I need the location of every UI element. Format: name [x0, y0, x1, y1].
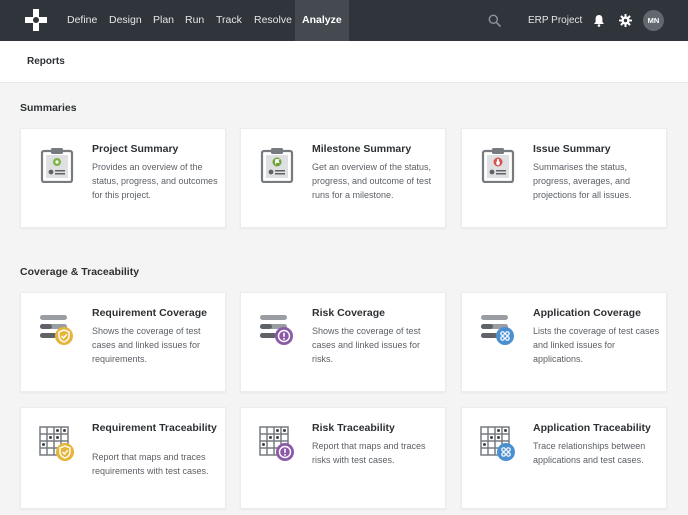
report-card-requirement-traceability[interactable]: Requirement Traceability Report that map… — [20, 407, 226, 509]
project-selector[interactable]: ERP Project — [528, 0, 582, 41]
application-traceability-icon — [480, 426, 515, 461]
clipboard-milestone-icon — [260, 148, 294, 183]
clipboard-project-icon — [40, 148, 74, 183]
card-description: Report that maps and traces requirements… — [92, 452, 209, 476]
requirement-coverage-icon — [40, 315, 73, 345]
card-title: Risk Traceability — [312, 422, 395, 434]
nav-design[interactable]: Design — [109, 0, 142, 41]
card-title: Requirement Coverage — [92, 307, 207, 319]
card-description: Lists the coverage of test cases and lin… — [533, 326, 660, 364]
card-title: Application Traceability — [533, 422, 651, 434]
nav-track[interactable]: Track — [216, 0, 242, 41]
section-title-coverage-traceability: Coverage & Traceability — [20, 266, 140, 278]
report-card-risk-coverage[interactable]: Risk Coverage Shows the coverage of test… — [240, 292, 446, 392]
nav-analyze[interactable]: Analyze — [295, 0, 349, 41]
card-description: Summarises the status, progress, average… — [533, 162, 632, 200]
requirement-traceability-icon — [39, 426, 74, 461]
user-avatar[interactable]: MN — [643, 10, 664, 31]
card-description: Trace relationships between applications… — [533, 441, 646, 465]
report-card-requirement-coverage[interactable]: Requirement Coverage Shows the coverage … — [20, 292, 226, 392]
gear-icon[interactable] — [619, 14, 632, 27]
search-icon[interactable] — [488, 14, 501, 27]
report-card-risk-traceability[interactable]: Risk Traceability Report that maps and t… — [240, 407, 446, 509]
card-description: Report that maps and traces risks with t… — [312, 441, 426, 465]
tab-reports[interactable]: Reports — [27, 41, 65, 83]
card-description: Get an overview of the status, progress,… — [312, 162, 432, 200]
nav-define[interactable]: Define — [67, 0, 97, 41]
card-title: Application Coverage — [533, 307, 641, 319]
application-coverage-icon — [481, 315, 514, 345]
sub-header: Reports — [0, 41, 688, 83]
nav-resolve[interactable]: Resolve — [254, 0, 292, 41]
card-description: Shows the coverage of test cases and lin… — [92, 326, 201, 364]
risk-coverage-icon — [260, 315, 293, 345]
card-description: Provides an overview of the status, prog… — [92, 162, 218, 200]
report-card-project-summary[interactable]: Project Summary Provides an overview of … — [20, 128, 226, 228]
card-title: Project Summary — [92, 143, 179, 155]
bell-icon[interactable] — [593, 14, 605, 27]
card-description: Shows the coverage of test cases and lin… — [312, 326, 421, 364]
top-navigation-bar: Define Design Plan Run Track Resolve Ana… — [0, 0, 688, 41]
card-title: Requirement Traceability — [92, 422, 217, 434]
report-card-milestone-summary[interactable]: Milestone Summary Get an overview of the… — [240, 128, 446, 228]
section-title-summaries: Summaries — [20, 102, 77, 114]
nav-plan[interactable]: Plan — [153, 0, 174, 41]
clipboard-issue-icon — [481, 148, 515, 183]
risk-traceability-icon — [259, 426, 294, 461]
report-card-issue-summary[interactable]: Issue Summary Summarises the status, pro… — [461, 128, 667, 228]
card-title: Risk Coverage — [312, 307, 385, 319]
report-card-application-traceability[interactable]: Application Traceability Trace relations… — [461, 407, 667, 509]
card-title: Issue Summary — [533, 143, 611, 155]
app-logo-icon[interactable] — [25, 9, 47, 31]
card-title: Milestone Summary — [312, 143, 412, 155]
report-card-application-coverage[interactable]: Application Coverage Lists the coverage … — [461, 292, 667, 392]
nav-run[interactable]: Run — [185, 0, 204, 41]
